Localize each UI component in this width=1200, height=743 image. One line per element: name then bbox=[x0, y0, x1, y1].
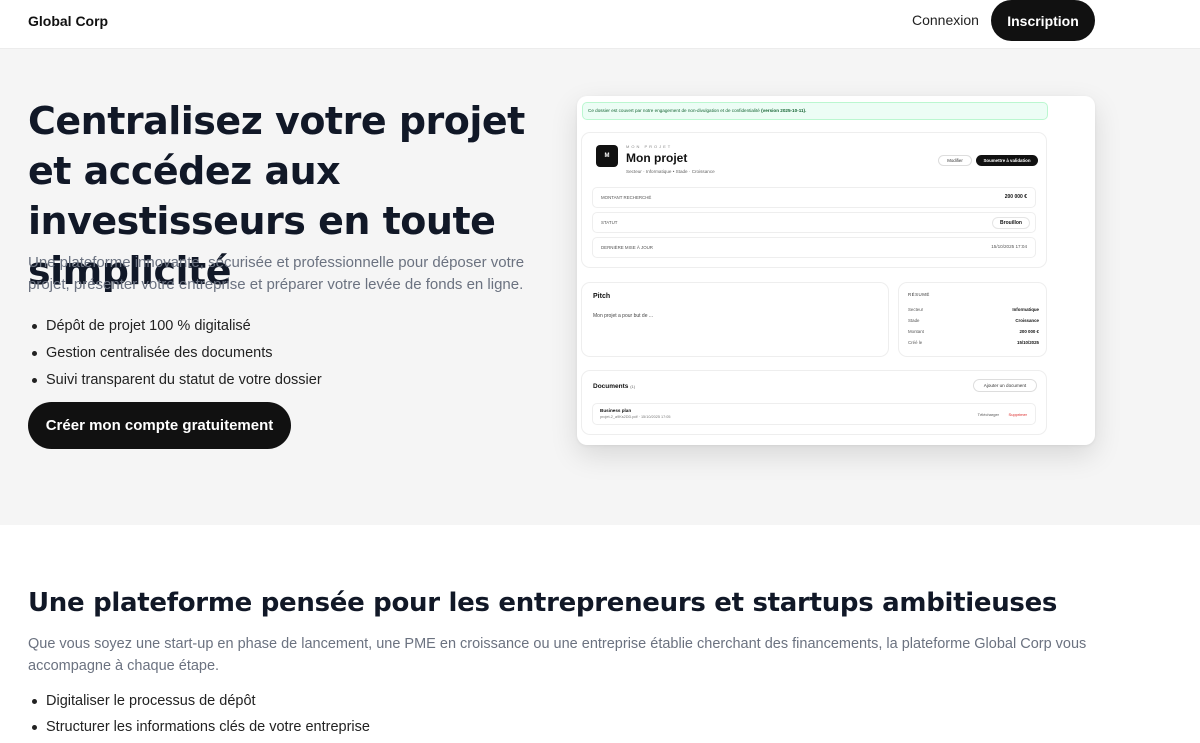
document-meta: projet-2_a9Ks2DD.pdf · 15/10/2025 17:05 bbox=[600, 415, 671, 419]
list-item: Structurer les informations clés de votr… bbox=[28, 714, 370, 740]
project-preview-card: Ce dossier est couvert par notre engagem… bbox=[577, 96, 1095, 445]
document-name: Business plan bbox=[600, 408, 632, 413]
updated-row: DERNIÈRE MISE À JOUR 15/10/2025 17:04 bbox=[592, 237, 1036, 258]
documents-count: (1) bbox=[630, 384, 636, 389]
summary-row: Stade Croissance bbox=[908, 318, 1039, 323]
project-kicker: MON PROJET bbox=[626, 144, 673, 149]
pitch-text: Mon projet a pour but de ... bbox=[593, 313, 654, 319]
login-link[interactable]: Connexion bbox=[912, 12, 979, 28]
list-item: Dépôt de projet 100 % digitalisé bbox=[28, 313, 322, 340]
summary-row: Créé le 15/10/2025 bbox=[908, 340, 1039, 345]
pitch-heading: Pitch bbox=[593, 293, 611, 300]
brand-logo[interactable]: Global Corp bbox=[28, 13, 108, 29]
row-label: STATUT bbox=[601, 220, 618, 225]
hero-feature-list: Dépôt de projet 100 % digitalisé Gestion… bbox=[28, 313, 322, 394]
project-header-card: M MON PROJET Mon projet Secteur · Inform… bbox=[581, 132, 1047, 268]
submit-validation-button[interactable]: Soumettre à validation bbox=[976, 155, 1038, 166]
document-row: Business plan projet-2_a9Ks2DD.pdf · 15/… bbox=[592, 403, 1036, 425]
status-badge: Brouillon bbox=[992, 217, 1030, 229]
notice-text: Ce dossier est couvert par notre engagem… bbox=[588, 108, 760, 113]
list-item: Gestion centralisée des documents bbox=[28, 340, 322, 367]
project-subtitle: Secteur · Informatique • Stade · Croissa… bbox=[626, 169, 715, 174]
hero-description: Une plateforme innovante, sécurisée et p… bbox=[28, 254, 525, 293]
project-title: Mon projet bbox=[626, 151, 688, 165]
amount-row: MONTANT RECHERCHÉ 200 000 € bbox=[592, 187, 1036, 208]
summary-row: Montant 200 000 € bbox=[908, 329, 1039, 334]
signup-button[interactable]: Inscription bbox=[991, 0, 1095, 41]
summary-row: Secteur Informatique bbox=[908, 307, 1039, 312]
add-document-button[interactable]: Ajouter un document bbox=[973, 379, 1037, 392]
row-value: 15/10/2025 17:04 bbox=[991, 244, 1027, 249]
project-logo: M bbox=[596, 145, 618, 167]
documents-heading: Documents (1) bbox=[593, 383, 636, 390]
notice-version: (version 2025-10-11). bbox=[761, 108, 807, 113]
section-description: Que vous soyez une start-up en phase de … bbox=[28, 636, 1087, 674]
list-item: Digitaliser le processus de dépôt bbox=[28, 688, 370, 714]
modify-button[interactable]: Modifier bbox=[938, 155, 972, 166]
confidentiality-notice: Ce dossier est couvert par notre engagem… bbox=[582, 102, 1048, 120]
section-title: Une plateforme pensée pour les entrepren… bbox=[28, 588, 1058, 618]
summary-heading: RÉSUMÉ bbox=[908, 292, 930, 297]
pitch-card: Pitch Mon projet a pour but de ... bbox=[581, 282, 889, 357]
create-account-button[interactable]: Créer mon compte gratuitement bbox=[28, 402, 291, 449]
top-navbar: Global Corp Connexion Inscription bbox=[0, 0, 1200, 49]
section-feature-list: Digitaliser le processus de dépôt Struct… bbox=[28, 688, 370, 740]
list-item: Suivi transparent du statut de votre dos… bbox=[28, 367, 322, 394]
status-row: STATUT Brouillon bbox=[592, 212, 1036, 233]
delete-link[interactable]: Supprimer bbox=[1009, 412, 1027, 417]
row-label: DERNIÈRE MISE À JOUR bbox=[601, 245, 653, 250]
row-label: MONTANT RECHERCHÉ bbox=[601, 195, 652, 200]
summary-card: RÉSUMÉ Secteur Informatique Stade Croissan… bbox=[898, 282, 1047, 357]
row-value: 200 000 € bbox=[1004, 194, 1027, 200]
download-link[interactable]: Télécharger bbox=[978, 412, 999, 417]
documents-card: Documents (1) Ajouter un document Busine… bbox=[581, 370, 1047, 435]
